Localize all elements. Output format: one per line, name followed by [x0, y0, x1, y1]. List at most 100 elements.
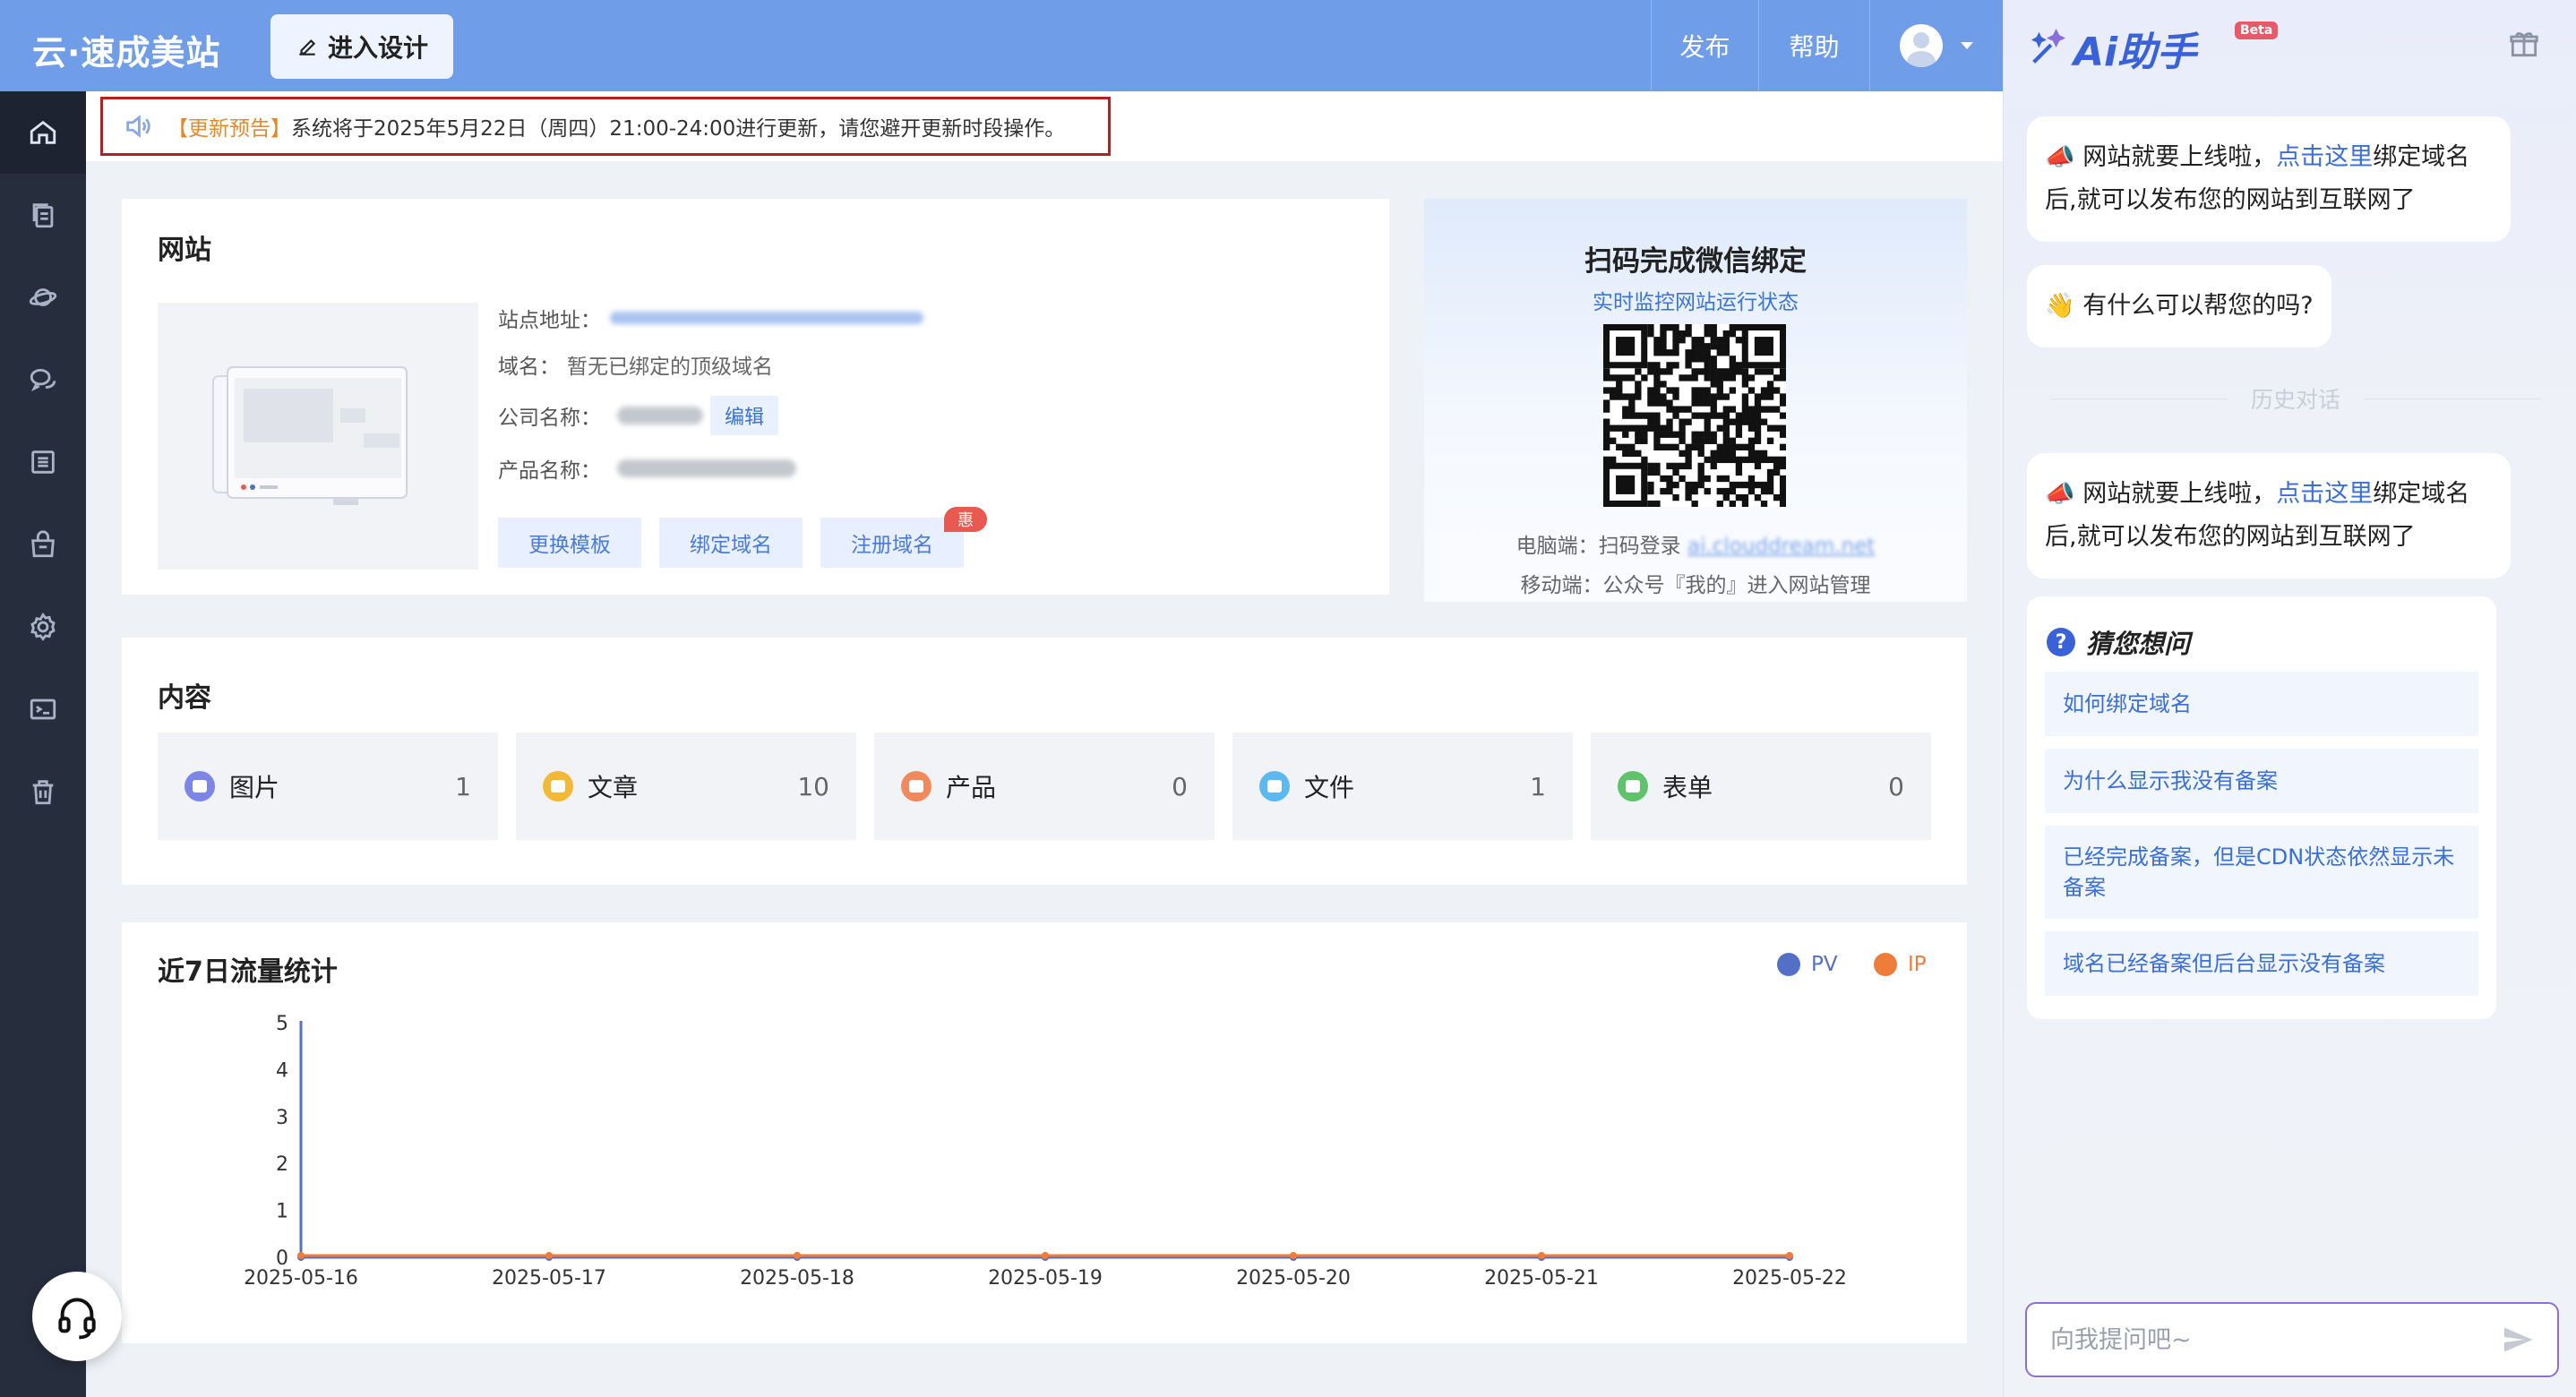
- qr-title: 扫码完成微信绑定: [1584, 245, 1807, 278]
- y-tick-label: 1: [276, 1201, 288, 1223]
- update-notice: 【更新预告】 系统将于2025年5月22日（周四）21:00-24:00进行更新…: [100, 97, 1111, 156]
- article-icon: [543, 771, 573, 801]
- content-item-products[interactable]: 产品 0: [874, 733, 1215, 840]
- list-icon: [31, 450, 55, 474]
- content-item-forms[interactable]: 表单 0: [1591, 733, 1931, 840]
- qr-code-image: [1603, 324, 1787, 508]
- content-item-label: 图片: [229, 773, 280, 802]
- y-tick-label: 5: [276, 1013, 288, 1035]
- sidebar-item-list[interactable]: [0, 421, 86, 503]
- notice-text: 系统将于2025年5月22日（周四）21:00-24:00进行更新，请您避开更新…: [291, 117, 1066, 141]
- sidebar-item-shop[interactable]: [0, 503, 86, 586]
- home-icon: [30, 120, 56, 144]
- data-point-ip: [545, 1252, 553, 1259]
- speaker-icon: [126, 115, 150, 138]
- beta-badge: Beta: [2235, 21, 2279, 39]
- customer-support-button[interactable]: [32, 1272, 122, 1361]
- x-tick-label: 2025-05-17: [492, 1267, 606, 1290]
- suggested-question[interactable]: 如何绑定域名: [2045, 672, 2478, 736]
- sidebar-item-terminal[interactable]: [0, 668, 86, 750]
- suggested-questions-card: ? 猜您想问 如何绑定域名 为什么显示我没有备案 已经完成备案，但是CDN状态依…: [2027, 596, 2496, 1019]
- history-divider: 历史对话: [2027, 385, 2564, 413]
- content-item-articles[interactable]: 文章 10: [516, 733, 856, 840]
- ai-message-domain-history: 📣 网站就要上线啦，点击这里绑定域名后,就可以发布您的网站到互联网了: [2027, 453, 2511, 579]
- x-tick-label: 2025-05-20: [1236, 1267, 1351, 1290]
- register-domain-button[interactable]: 注册域名: [820, 518, 964, 568]
- suggested-question[interactable]: 域名已经备案但后台显示没有备案: [2045, 931, 2478, 996]
- content-item-count: 1: [455, 771, 471, 801]
- user-menu[interactable]: [1869, 0, 2003, 91]
- site-preview-illustration: [212, 366, 408, 505]
- form-icon: [1618, 771, 1648, 801]
- enter-design-button[interactable]: 进入设计: [270, 14, 453, 79]
- wechat-qr-code[interactable]: [1603, 324, 1787, 508]
- sidebar-item-settings[interactable]: [0, 586, 86, 668]
- gear-icon: [30, 613, 56, 641]
- domain-label: 域名：: [498, 356, 560, 379]
- image-icon: [185, 771, 215, 801]
- content-item-label: 表单: [1662, 773, 1713, 802]
- qr-pc-link[interactable]: ai.clouddream.net: [1687, 535, 1875, 558]
- chevron-down-icon[interactable]: [1961, 42, 1973, 49]
- data-point-ip: [794, 1252, 801, 1259]
- ask-input[interactable]: [2050, 1325, 2502, 1354]
- content-item-count: 1: [1530, 771, 1546, 801]
- ai-message-text: 有什么可以帮您的吗?: [2082, 292, 2314, 320]
- x-tick-label: 2025-05-16: [244, 1267, 358, 1290]
- sidebar-item-pages[interactable]: [0, 174, 86, 256]
- magic-wand-icon: [2031, 29, 2066, 64]
- edit-company-button[interactable]: 编辑: [710, 396, 779, 435]
- website-card-title: 网站: [158, 235, 211, 266]
- change-template-button[interactable]: 更换模板: [498, 518, 641, 568]
- company-row: 公司名称： 编辑: [498, 396, 779, 435]
- site-address-label: 站点地址：: [498, 309, 601, 332]
- sidebar-item-home[interactable]: [0, 91, 86, 174]
- shop-icon: [31, 530, 55, 558]
- question-icon: ?: [2047, 628, 2075, 656]
- y-tick-label: 2: [276, 1153, 288, 1176]
- publish-button[interactable]: 发布: [1651, 0, 1758, 91]
- content-item-files[interactable]: 文件 1: [1232, 733, 1573, 840]
- suggested-question[interactable]: 已经完成备案，但是CDN状态依然显示未备案: [2045, 826, 2478, 919]
- suggested-questions-label: 猜您想问: [2086, 629, 2191, 659]
- discount-badge: 惠: [944, 507, 987, 532]
- terminal-icon: [30, 698, 56, 720]
- ai-assistant-panel: Ai助手 Beta 📣 网站就要上线啦，点击这里绑定域名后,就可以发布您的网站到…: [2003, 0, 2576, 1397]
- content-item-label: 文件: [1304, 773, 1355, 802]
- click-here-link[interactable]: 点击这里: [2276, 143, 2373, 171]
- content-card: 内容 图片 1 文章 10 产品 0 文件 1 表单 0: [122, 638, 1967, 885]
- megaphone-icon: 📣: [2045, 143, 2083, 171]
- product-row: 产品名称：: [498, 453, 796, 484]
- trash-icon: [32, 780, 54, 805]
- enter-design-label: 进入设计: [327, 33, 428, 63]
- content-item-count: 0: [1172, 771, 1188, 801]
- ai-message-greeting: 👋 有什么可以帮您的吗?: [2027, 265, 2331, 347]
- content-item-count: 10: [797, 771, 829, 801]
- sidebar-item-chat[interactable]: [0, 339, 86, 421]
- help-button[interactable]: 帮助: [1758, 0, 1869, 91]
- app-logo[interactable]: 云·速成美站: [32, 25, 220, 74]
- data-point-ip: [297, 1252, 305, 1259]
- site-preview-thumbnail[interactable]: [158, 303, 478, 570]
- update-notice-bar: 【更新预告】 系统将于2025年5月22日（周四）21:00-24:00进行更新…: [86, 91, 2003, 161]
- bind-domain-button[interactable]: 绑定域名: [659, 518, 803, 568]
- company-label: 公司名称：: [498, 407, 601, 430]
- content-item-images[interactable]: 图片 1: [158, 733, 498, 840]
- data-point-ip: [1042, 1252, 1049, 1259]
- gift-icon[interactable]: [2507, 27, 2541, 61]
- content-item-label: 产品: [946, 773, 997, 802]
- send-icon[interactable]: [2502, 1324, 2534, 1356]
- sidebar-item-planet[interactable]: [0, 256, 86, 339]
- x-tick-label: 2025-05-22: [1732, 1267, 1847, 1290]
- chat-icon: [30, 368, 56, 392]
- y-tick-label: 4: [276, 1059, 288, 1082]
- click-here-link[interactable]: 点击这里: [2276, 480, 2373, 508]
- suggested-question[interactable]: 为什么显示我没有备案: [2045, 749, 2478, 813]
- suggested-questions-title: ? 猜您想问: [2047, 623, 2190, 661]
- site-address-value-redacted[interactable]: [610, 312, 923, 324]
- x-tick-label: 2025-05-18: [740, 1267, 854, 1290]
- avatar[interactable]: [1900, 24, 1943, 67]
- ai-message-text: 网站就要上线啦，: [2082, 480, 2277, 508]
- company-value-redacted: [617, 407, 703, 424]
- sidebar-item-trash[interactable]: [0, 750, 86, 833]
